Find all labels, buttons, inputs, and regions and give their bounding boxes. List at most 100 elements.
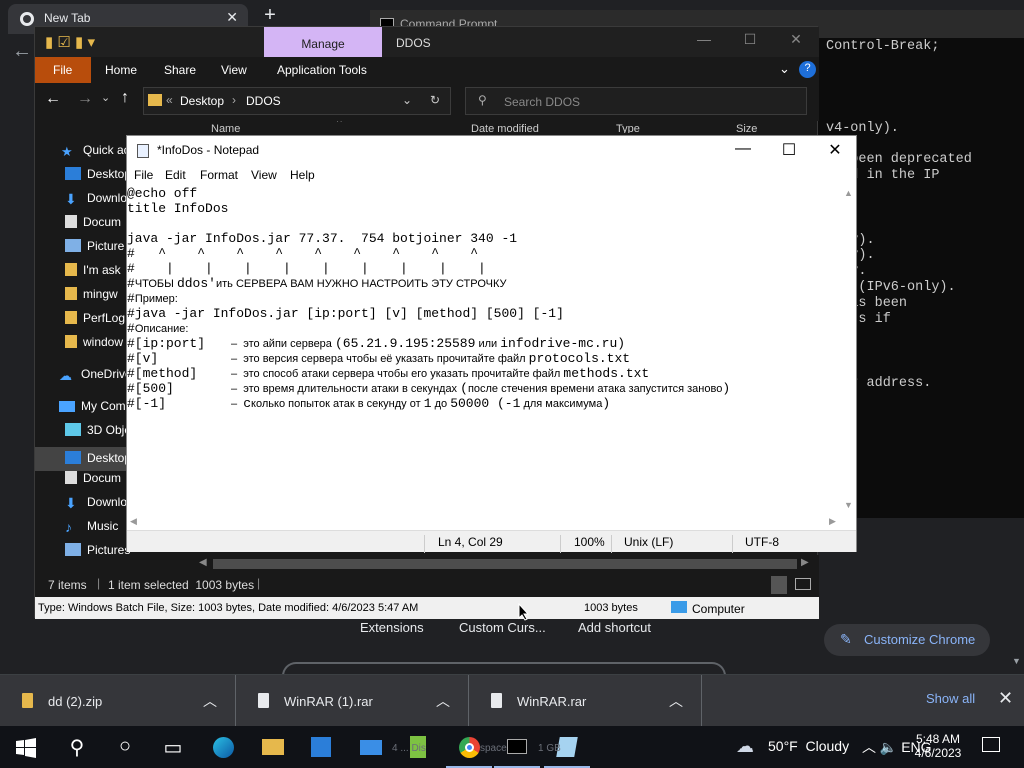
notepad-text-area[interactable]: @echo off title InfoDos java -jar InfoDo… — [127, 186, 841, 514]
ribbon-home[interactable]: Home — [105, 63, 137, 77]
scroll-down-icon[interactable]: ▼ — [1012, 656, 1021, 666]
address-bar[interactable]: « Desktop › DDOS ⌄ ↻ — [143, 87, 451, 115]
selection-info: 1 item selected 1003 bytes — [108, 578, 255, 592]
col-size[interactable]: Size — [736, 123, 757, 133]
minimize-icon[interactable]: — — [681, 31, 727, 47]
nav-quick-access[interactable]: ★ Quick ac — [61, 143, 130, 167]
nav-desktop[interactable]: Desktop — [65, 167, 131, 191]
clock[interactable]: 5:48 AM 4/6/2023 — [912, 732, 964, 760]
menu-format[interactable]: Format — [200, 168, 238, 182]
maximize-icon[interactable]: ☐ — [727, 31, 773, 48]
file-explorer-button[interactable] — [250, 726, 296, 768]
weather-widget[interactable]: 50°F Cloudy — [768, 738, 849, 754]
forward-icon[interactable]: → — [77, 90, 93, 108]
nav-folder[interactable]: mingw — [65, 287, 118, 311]
store-button[interactable] — [298, 726, 344, 768]
explorer-search[interactable]: ⚲ Search DDOS — [465, 87, 807, 115]
nav-onedrive[interactable]: ☁ OneDrive — [59, 367, 132, 391]
customize-chrome-button[interactable]: ✎ Customize Chrome — [824, 624, 990, 656]
nav-folder[interactable]: window — [65, 335, 123, 359]
nav-folder[interactable]: PerfLog — [65, 311, 125, 335]
cortana-button[interactable]: ○ — [102, 726, 148, 768]
download-item[interactable]: dd (2).zip ︿ — [0, 675, 236, 727]
nav-folder[interactable]: I'm ask — [65, 263, 121, 287]
nav-pictures[interactable]: Pictures — [65, 543, 130, 567]
close-tab-icon[interactable]: ✕ — [226, 9, 238, 26]
close-icon[interactable]: ✕ — [812, 140, 858, 160]
param-desc: – cколько попыток атак в секунду от 1 до… — [231, 396, 610, 412]
scroll-up-icon[interactable]: ▲ — [844, 188, 853, 198]
close-icon[interactable]: ✕ — [773, 31, 819, 48]
recent-locations-icon[interactable]: ⌄ — [101, 91, 110, 104]
breadcrumb-desktop[interactable]: Desktop — [180, 94, 224, 108]
chevron-up-icon[interactable]: ︿ — [436, 691, 450, 711]
nav-downloads[interactable]: ⬇ Downlo — [65, 191, 127, 215]
help-icon[interactable]: ? — [799, 61, 816, 78]
ribbon-share[interactable]: Share — [164, 63, 196, 77]
details-view-icon[interactable] — [771, 576, 787, 594]
address-dropdown-icon[interactable]: ⌄ — [402, 93, 412, 107]
up-icon[interactable]: ↑ — [121, 89, 129, 107]
minimize-icon[interactable]: — — [720, 140, 766, 158]
start-button[interactable] — [4, 726, 50, 768]
menu-help[interactable]: Help — [290, 168, 315, 182]
menu-edit[interactable]: Edit — [165, 168, 186, 182]
scroll-down-icon[interactable]: ▼ — [844, 500, 853, 510]
notepad-titlebar[interactable]: *InfoDos - Notepad — ☐ ✕ — [127, 136, 856, 166]
mail-button[interactable] — [348, 726, 394, 768]
close-downloads-icon[interactable]: ✕ — [998, 688, 1013, 709]
edge-button[interactable] — [200, 726, 246, 768]
nav-documents[interactable]: Docum — [65, 215, 121, 239]
manage-tab[interactable]: Manage — [264, 27, 382, 57]
back-icon[interactable]: ← — [45, 90, 61, 108]
nav-pictures[interactable]: Picture — [65, 239, 124, 263]
task-view-button[interactable]: ▭ — [150, 726, 196, 768]
text-segment: 1 — [423, 396, 432, 411]
notepad-hscrollbar[interactable]: ◀ ▶ — [127, 514, 841, 530]
explorer-statusbar: 7 items | 1 item selected 1003 bytes | — [35, 573, 819, 597]
menu-view[interactable]: View — [251, 168, 277, 182]
ribbon-application-tools[interactable]: Application Tools — [277, 63, 367, 77]
scroll-right-icon[interactable]: ▶ — [801, 557, 809, 568]
download-item[interactable]: WinRAR (1).rar ︿ — [236, 675, 469, 727]
nav-documents[interactable]: Docum — [65, 471, 121, 495]
search-button[interactable]: ⚲ — [54, 726, 100, 768]
shortcut-extensions[interactable]: Extensions — [360, 620, 424, 635]
back-arrow-icon[interactable]: ← — [12, 40, 32, 63]
new-tab-icon[interactable]: + — [258, 4, 282, 27]
notepad-vscrollbar[interactable]: ▲ ▼ — [841, 186, 856, 514]
col-date[interactable]: Date modified — [471, 123, 539, 133]
large-icons-view-icon[interactable] — [795, 578, 811, 590]
col-name[interactable]: Name — [211, 123, 240, 133]
chevron-down-icon[interactable]: ⌄ — [779, 61, 790, 77]
volume-icon[interactable]: 🔈 — [880, 739, 897, 755]
col-type[interactable]: Type — [616, 123, 640, 133]
folder-icon — [262, 739, 284, 755]
download-item[interactable]: WinRAR.rar ︿ — [469, 675, 702, 727]
nav-my-computer[interactable]: My Com — [59, 399, 126, 423]
chevron-up-icon[interactable]: ︿ — [203, 691, 217, 711]
ribbon-view[interactable]: View — [221, 63, 247, 77]
nav-label: 3D Obje — [87, 423, 132, 437]
show-all-downloads[interactable]: Show all — [926, 691, 975, 706]
explorer-titlebar[interactable]: ▮ ☑ ▮ ▾ Manage DDOS — ☐ ✕ — [35, 27, 819, 57]
scroll-left-icon[interactable]: ◀ — [199, 557, 207, 568]
notification-icon[interactable] — [982, 737, 1000, 752]
scroll-right-icon[interactable]: ▶ — [829, 516, 836, 527]
explorer-hscrollbar[interactable]: ◀ ▶ — [195, 555, 819, 573]
shortcut-custom-cursor[interactable]: Custom Curs... — [459, 620, 546, 635]
add-shortcut[interactable]: Add shortcut — [578, 620, 651, 635]
nav-music[interactable]: ♪ Music — [65, 519, 118, 543]
refresh-icon[interactable]: ↻ — [430, 93, 440, 107]
breadcrumb-ddos[interactable]: DDOS — [246, 94, 281, 108]
scroll-thumb[interactable] — [213, 559, 797, 569]
nav-downloads[interactable]: ⬇ Downlo — [65, 495, 127, 519]
scroll-left-icon[interactable]: ◀ — [130, 516, 137, 527]
chevron-up-icon[interactable]: ︿ — [669, 691, 683, 711]
menu-file[interactable]: File — [134, 168, 153, 182]
nav-3d-objects[interactable]: 3D Obje — [65, 423, 131, 447]
show-hidden-icons-icon[interactable]: ︿ — [862, 739, 876, 755]
quick-access-toolbar-icon[interactable]: ▮ ☑ ▮ ▾ — [45, 33, 95, 51]
ribbon-file[interactable]: File — [53, 63, 72, 77]
maximize-icon[interactable]: ☐ — [766, 140, 812, 160]
